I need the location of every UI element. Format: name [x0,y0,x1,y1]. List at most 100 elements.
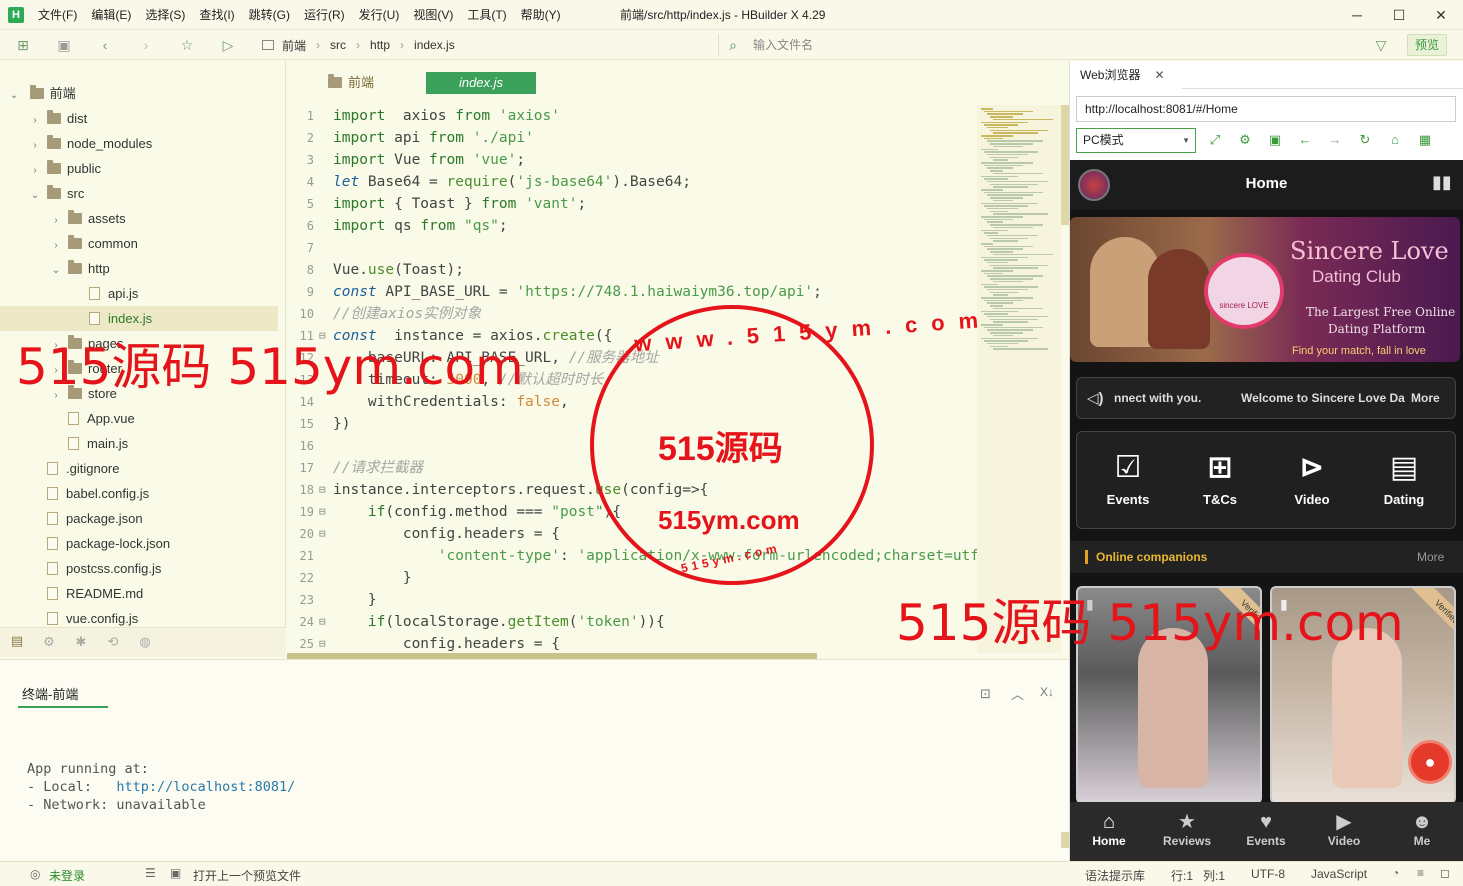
minimize-button[interactable]: ─ [1337,0,1377,30]
language-mode[interactable]: JavaScript [1311,867,1367,881]
chat-fab-icon[interactable]: ● [1408,740,1452,784]
tree-item[interactable]: main.js [0,431,278,456]
tree-item[interactable]: ⌄ src [0,181,278,206]
qrcode-icon[interactable]: ▦ [1417,132,1433,148]
marquee-more-link[interactable]: More [1411,391,1440,405]
tree-item[interactable]: › common [0,231,278,256]
tree-item[interactable]: › node_modules [0,131,278,156]
tree-item[interactable]: › public [0,156,278,181]
preview-button[interactable]: 预览 [1407,34,1447,56]
forward-arrow-icon[interactable]: → [1327,132,1343,148]
cursor-col[interactable]: 列:1 [1203,867,1225,884]
tree-item[interactable]: postcss.config.js [0,556,278,581]
lock-icon[interactable]: ⌂ [1387,132,1403,148]
fold-marker-icon[interactable]: ⊟ [319,523,326,545]
tree-item[interactable]: babel.config.js [0,481,278,506]
feature-video[interactable]: ⊳ Video [1277,450,1347,507]
tab-project[interactable]: 前端 [328,72,374,94]
devtools-icon[interactable]: ▣ [1267,132,1283,148]
menu-item[interactable]: 选择(S) [145,0,185,30]
bar-chart-icon[interactable]: ▮▮ [1432,172,1452,193]
menu-item[interactable]: 运行(R) [304,0,345,30]
tree-item[interactable]: package-lock.json [0,531,278,556]
menu-item[interactable]: 帮助(Y) [521,0,561,30]
rotate-icon[interactable]: ⤢ [1207,132,1223,148]
chat-icon[interactable]: ◻ [1440,866,1450,880]
nav-home[interactable]: ⌂ Home [1074,810,1144,848]
tree-item[interactable]: api.js [0,281,278,306]
close-window-button[interactable]: ✕ [1421,0,1461,30]
close-icon[interactable]: ✕ [1154,68,1164,82]
maximize-button[interactable]: ☐ [1379,0,1419,30]
chevron-up-icon[interactable]: ︿ [1011,684,1024,703]
terminal-clear-icon[interactable]: X↓ [1040,685,1054,699]
tree-item[interactable]: index.js [0,306,278,331]
login-status[interactable]: 未登录 [49,867,85,884]
file-search-input[interactable]: 输入文件名 [718,34,1398,56]
tab-index-js[interactable]: index.js [426,72,536,94]
back-icon[interactable]: ‹ [96,36,114,54]
menu-item[interactable]: 视图(V) [413,0,453,30]
tree-root[interactable]: ⌄ 前端 [0,81,278,106]
nav-me[interactable]: ☻ Me [1387,810,1457,848]
terminal-new-icon[interactable]: ⊡ [980,686,991,702]
tree-item[interactable]: package.json [0,506,278,531]
git-icon[interactable]: ⟲ [104,634,122,652]
open-preview-link[interactable]: 打开上一个预览文件 [193,867,301,884]
tree-item[interactable]: › dist [0,106,278,131]
hero-banner[interactable]: sincere LOVE Sincere Love Dating Club Th… [1070,217,1460,362]
feature-tcs[interactable]: ⊞ T&Cs [1185,450,1255,507]
breadcrumb-item[interactable]: http [370,38,390,52]
tree-item[interactable]: ⌄ http [0,256,278,281]
menu-item[interactable]: 编辑(E) [91,0,131,30]
menu-icon[interactable]: ≡ [1417,866,1424,880]
fold-marker-icon[interactable]: ⊟ [319,501,326,523]
filter-icon[interactable]: ▽ [1372,36,1390,54]
section-more-link[interactable]: More [1417,550,1444,564]
cursor-row[interactable]: 行:1 [1171,867,1193,884]
menu-item[interactable]: 发行(U) [359,0,400,30]
new-file-icon[interactable]: ⊞ [14,36,32,54]
favorite-star-icon[interactable]: ☆ [178,36,196,54]
refresh-icon[interactable]: ↻ [1357,132,1373,148]
terminal-local-link[interactable]: http://localhost:8081/ [116,779,295,795]
tree-item[interactable]: .gitignore [0,456,278,481]
breadcrumb-item[interactable]: index.js [414,38,455,52]
nav-events[interactable]: ♥ Events [1231,810,1301,848]
feature-events[interactable]: ☑ Events [1093,450,1163,507]
tree-item[interactable]: App.vue [0,406,278,431]
terminal-scrollbar[interactable] [1061,832,1069,848]
notification-icon[interactable]: ◔ [1392,866,1399,880]
folder-view-icon[interactable]: ▤ [8,633,26,651]
breadcrumb-item[interactable]: 前端 [282,37,306,54]
tree-item[interactable]: README.md [0,581,278,606]
syntax-hint[interactable]: 语法提示库 [1085,867,1145,884]
back-arrow-icon[interactable]: ← [1297,132,1313,148]
encoding[interactable]: UTF-8 [1251,867,1285,881]
menu-item[interactable]: 文件(F) [38,0,77,30]
minimap[interactable] [977,105,1061,653]
editor-vertical-scrollbar[interactable] [1061,105,1069,225]
settings-icon[interactable]: ⚙ [1237,132,1253,148]
fold-marker-icon[interactable]: ⊟ [319,611,326,633]
tree-item[interactable]: › assets [0,206,278,231]
notice-marquee[interactable]: ◁) nnect with you. Welcome to Sincere Lo… [1076,377,1456,419]
forward-icon[interactable]: › [137,36,155,54]
browser-tab[interactable]: Web浏览器 ✕ [1070,61,1182,89]
menu-item[interactable]: 跳转(G) [249,0,290,30]
nav-reviews[interactable]: ★ Reviews [1152,810,1222,848]
run-icon[interactable]: ▷ [219,36,237,54]
fold-marker-icon[interactable]: ⊟ [319,633,326,653]
browser-url-input[interactable]: http://localhost:8081/#/Home [1076,96,1456,122]
bug-icon[interactable]: ✱ [72,634,90,652]
plugin-icon[interactable]: ⚙ [40,634,58,652]
menu-item[interactable]: 工具(T) [467,0,506,30]
breadcrumb-item[interactable]: src [330,38,346,52]
terminal-tab[interactable]: 终端-前端 [22,684,78,703]
feature-dating[interactable]: ▤ Dating [1369,450,1439,507]
save-icon[interactable]: ▣ [55,36,73,54]
fold-marker-icon[interactable]: ⊟ [319,479,326,501]
device-mode-select[interactable]: PC模式 ▼ [1076,128,1196,153]
list-icon[interactable]: ☰ [145,866,156,880]
palette-icon[interactable]: ◍ [136,634,154,652]
